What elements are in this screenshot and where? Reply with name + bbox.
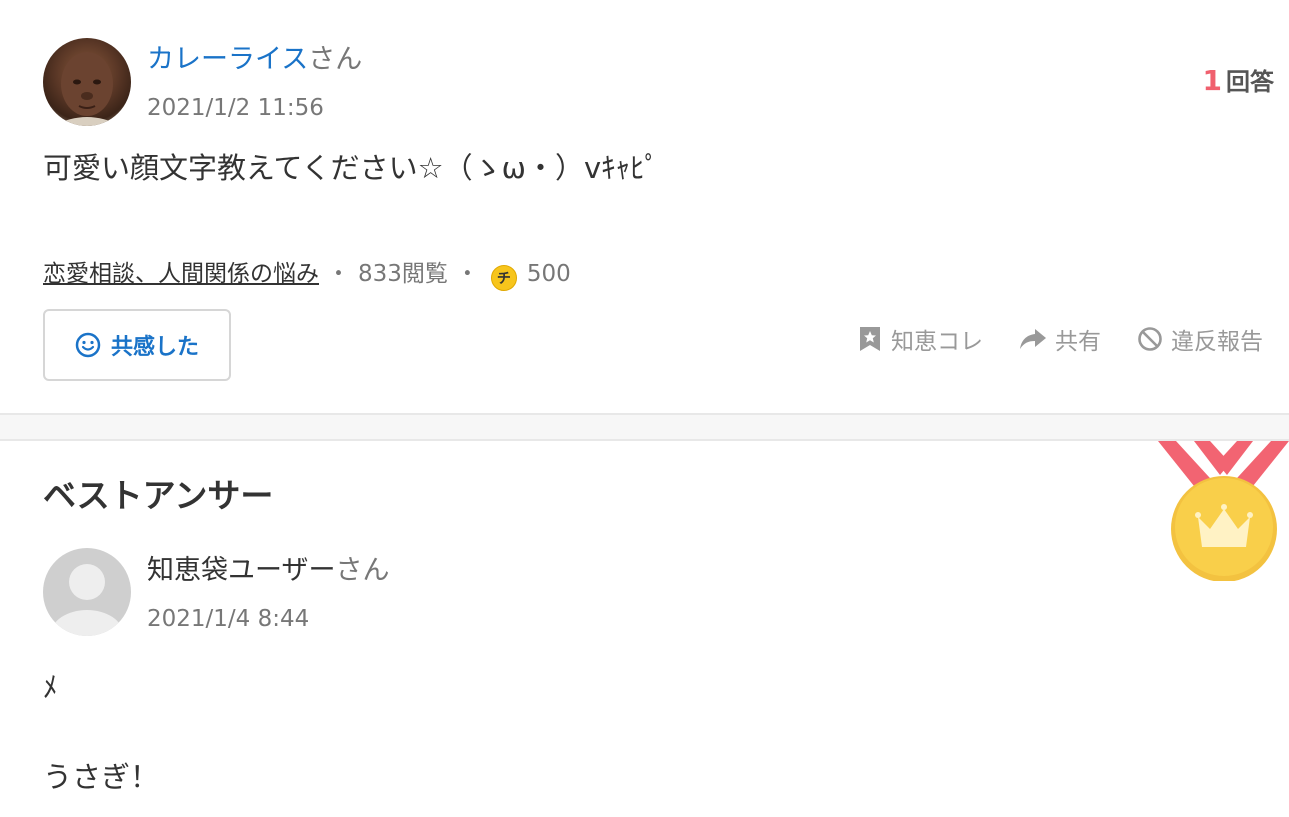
coin-icon: チ [490, 265, 517, 291]
coin-amount: 500 [526, 261, 571, 287]
meta-separator: ・ [455, 261, 479, 287]
best-answer-author: 知恵袋ユーザーさん [147, 553, 389, 589]
default-avatar-icon[interactable] [43, 548, 131, 636]
best-answer-author-suffix: さん [335, 555, 390, 586]
best-answer-author-name: 知恵袋ユーザー [147, 555, 336, 586]
empathy-label: 共感した [110, 335, 199, 360]
share-label: 共有 [1055, 329, 1101, 355]
best-answer-text-line: うさぎ！ [43, 760, 160, 794]
empathy-button[interactable]: 共感した [43, 309, 231, 381]
question-section: カレーライスさん 2021/1/2 11:56 1 回答 可愛い顔文字教えてくださ… [0, 0, 1289, 414]
prohibited-icon [1138, 327, 1162, 351]
question-author: カレーライスさん [147, 42, 362, 78]
question-text: 可愛い顔文字教えてください☆（ゝω・）vｷｬﾋﾟ [43, 151, 660, 185]
bookmark-button[interactable]: 知恵コレ [857, 322, 983, 356]
view-count: 833閲覧 [358, 261, 448, 287]
category-link[interactable]: 恋愛相談、人間関係の悩み [43, 259, 319, 289]
author-suffix: さん [308, 44, 363, 75]
report-button[interactable]: 違反報告 [1137, 322, 1263, 356]
question-date: 2021/1/2 11:56 [147, 95, 324, 121]
bookmark-label: 知恵コレ [891, 329, 983, 355]
answer-count-number: 1 [1202, 64, 1222, 97]
medal-icon [1158, 441, 1289, 581]
share-arrow-icon [1020, 329, 1046, 349]
question-meta: 恋愛相談、人間関係の悩み ・ 833閲覧 ・ チ 500 [43, 258, 571, 291]
share-button[interactable]: 共有 [1019, 322, 1101, 356]
question-actions: 知恵コレ 共有 違反報告 [857, 322, 1263, 356]
bookmark-icon [860, 327, 880, 351]
best-answer-text-line: ﾒ [43, 670, 58, 704]
best-answer-title: ベストアンサー [43, 476, 274, 515]
qa-page: カレーライスさん 2021/1/2 11:56 1 回答 可愛い顔文字教えてくださ… [0, 0, 1289, 817]
best-answer-date: 2021/1/4 8:44 [147, 606, 310, 632]
author-name-link[interactable]: カレーライス [147, 44, 308, 75]
smile-icon [75, 332, 101, 358]
answer-count-label: 回答 [1226, 68, 1274, 96]
user-photo-icon[interactable] [43, 38, 131, 126]
answer-count[interactable]: 1 回答 [1203, 64, 1274, 99]
section-divider [0, 413, 1289, 441]
meta-separator: ・ [327, 261, 350, 287]
report-label: 違反報告 [1171, 329, 1263, 355]
